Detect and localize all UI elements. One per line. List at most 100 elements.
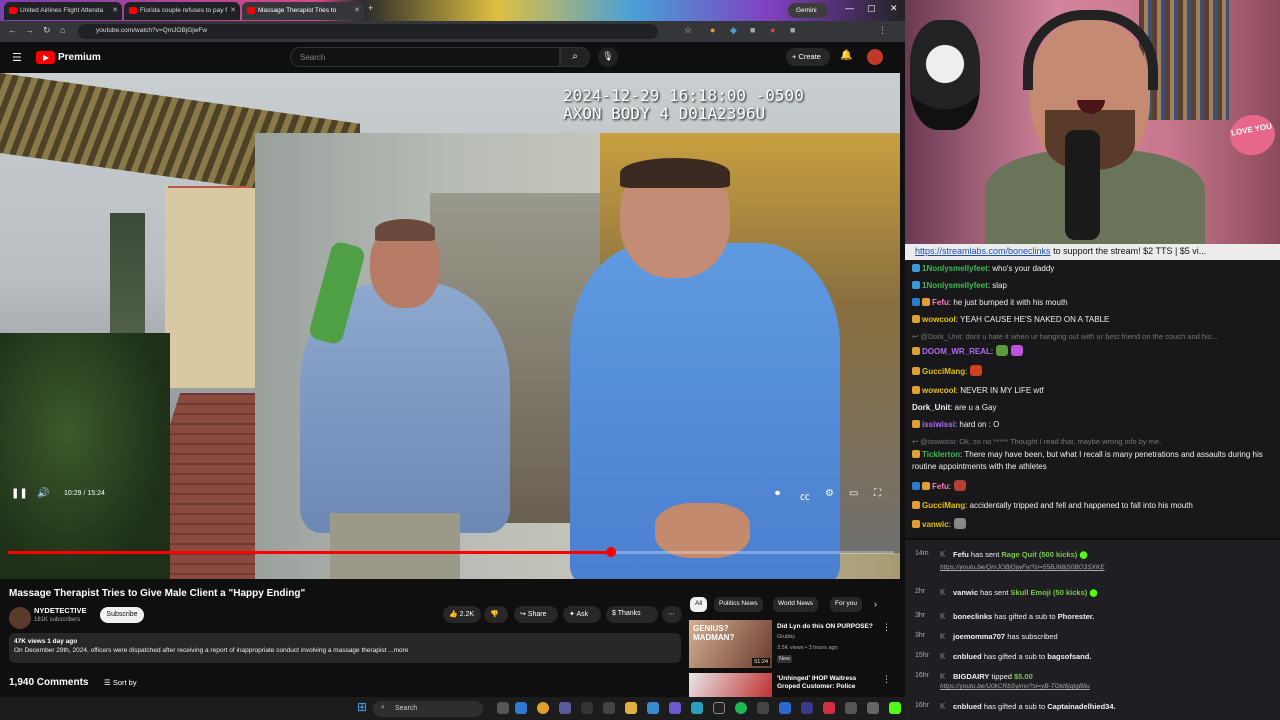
- autoplay-toggle-icon[interactable]: ⏺: [775, 488, 780, 499]
- sort-icon: ☰: [104, 678, 113, 687]
- settings-gear-icon[interactable]: ⚙: [825, 488, 834, 499]
- extension-icon[interactable]: ■: [790, 25, 795, 35]
- maximize-icon[interactable]: ▢: [867, 3, 876, 14]
- video-player[interactable]: 2024-12-29 16:18:00 -0500 AXON BODY 4 D01…: [0, 73, 900, 579]
- thanks-button[interactable]: $ Thanks: [606, 606, 658, 623]
- close-tab-icon[interactable]: ✕: [354, 6, 360, 14]
- suggestion-more-icon[interactable]: ⋮: [882, 622, 891, 633]
- channel-name[interactable]: NYDETECTIVE: [34, 606, 87, 615]
- windows-start-icon[interactable]: ⊞: [357, 700, 367, 714]
- like-button[interactable]: 👍 2.2K: [443, 606, 481, 623]
- fullscreen-icon[interactable]: ⛶: [874, 488, 881, 499]
- suggestion-title[interactable]: 'Unhinged' IHOP Waitress Groped Customer…: [777, 675, 877, 691]
- app-icon[interactable]: [581, 702, 593, 714]
- suggestion-title[interactable]: Did Lyn do this ON PURPOSE?: [777, 623, 877, 631]
- volume-icon[interactable]: 🔊: [37, 488, 49, 499]
- captions-icon[interactable]: ㏄: [800, 488, 810, 503]
- voice-search-button[interactable]: 🎙: [598, 47, 618, 67]
- spotify-icon[interactable]: [735, 702, 747, 714]
- sort-comments-button[interactable]: ☰ Sort by: [104, 678, 137, 687]
- chat-username[interactable]: wowcool: [922, 315, 956, 324]
- chat-username[interactable]: wowcool: [922, 386, 956, 395]
- close-tab-icon[interactable]: ✕: [230, 6, 236, 14]
- description-box[interactable]: 47K views 1 day ago On December 29th, 20…: [9, 633, 681, 663]
- suggestion-more-icon[interactable]: ⋮: [882, 674, 891, 685]
- chat-username[interactable]: DOOM_WR_REAL: [922, 347, 991, 356]
- new-tab-icon[interactable]: +: [368, 3, 373, 13]
- browser-menu-icon[interactable]: ⋮: [878, 25, 887, 36]
- chat-username[interactable]: GucciMang: [922, 501, 965, 510]
- extension-icon[interactable]: ◆: [730, 25, 737, 36]
- extension-icon[interactable]: ■: [750, 25, 755, 35]
- hamburger-menu-icon[interactable]: ☰: [12, 51, 22, 64]
- app-icon[interactable]: [559, 702, 571, 714]
- app-icon[interactable]: [823, 702, 835, 714]
- share-button[interactable]: ↪ Share: [514, 606, 558, 623]
- chat-username[interactable]: issiwissi: [922, 420, 955, 429]
- channel-avatar[interactable]: [9, 607, 31, 629]
- kick-icon[interactable]: [889, 702, 901, 714]
- app-icon[interactable]: [757, 702, 769, 714]
- app-icon[interactable]: [647, 702, 659, 714]
- chat-username[interactable]: vanwic: [922, 520, 949, 529]
- suggestion-thumbnail[interactable]: [689, 673, 772, 697]
- close-window-icon[interactable]: ✕: [890, 3, 898, 14]
- app-icon[interactable]: [669, 702, 681, 714]
- browser-tab[interactable]: Florida couple refuses to pay f ✕: [124, 2, 240, 20]
- account-avatar[interactable]: [867, 49, 883, 65]
- video-progress-bar[interactable]: [8, 547, 894, 557]
- pause-icon[interactable]: ❚❚: [11, 488, 28, 499]
- app-icon[interactable]: [691, 702, 703, 714]
- edge-icon[interactable]: [515, 702, 527, 714]
- miniplayer-icon[interactable]: ▭: [849, 488, 858, 499]
- chip-all[interactable]: All: [690, 597, 708, 612]
- app-icon[interactable]: [801, 702, 813, 714]
- chat-username[interactable]: Fefu: [932, 298, 949, 307]
- view-count-date: 47K views 1 day ago: [14, 638, 78, 645]
- search-button[interactable]: ⌕: [560, 47, 590, 67]
- suggestion-thumbnail[interactable]: GENIUS? MADMAN? 51:24: [689, 620, 772, 668]
- extension-icon[interactable]: ●: [710, 25, 715, 35]
- close-tab-icon[interactable]: ✕: [112, 6, 118, 14]
- dislike-button[interactable]: 👎: [484, 606, 508, 623]
- extension-icon[interactable]: ●: [770, 25, 775, 35]
- app-icon[interactable]: [603, 702, 615, 714]
- app-icon[interactable]: [845, 702, 857, 714]
- gemini-button[interactable]: Gemini: [788, 3, 828, 18]
- browser-tab-active[interactable]: Massage Therapist Tries to ✕: [242, 2, 364, 20]
- app-icon[interactable]: [779, 702, 791, 714]
- sub-badge-icon: [912, 420, 920, 428]
- task-view-icon[interactable]: [497, 702, 509, 714]
- chevron-right-icon[interactable]: ›: [874, 599, 877, 609]
- url-field[interactable]: youtube.com/watch?v=QmJOBjGjwFw: [78, 24, 658, 39]
- chat-username[interactable]: 1Nonlysmellyfeet: [922, 281, 988, 290]
- chip-for-you[interactable]: For you: [830, 597, 863, 612]
- more-actions-button[interactable]: ⋯: [662, 606, 682, 623]
- app-icon[interactable]: [713, 702, 725, 714]
- browser-tab[interactable]: United Airlines Flight Attenda ✕: [4, 2, 122, 20]
- chat-username[interactable]: GucciMang: [922, 367, 965, 376]
- chat-username[interactable]: Ticklerton: [922, 450, 960, 459]
- bookmark-star-icon[interactable]: ☆: [684, 25, 692, 36]
- taskbar-search[interactable]: ⌕ Search: [373, 701, 483, 717]
- youtube-logo-icon[interactable]: [36, 51, 55, 64]
- chat-username[interactable]: Dork_Unit: [912, 403, 950, 412]
- chat-username[interactable]: Fefu: [932, 482, 949, 491]
- chip-world-news[interactable]: World News: [773, 597, 818, 612]
- forward-icon[interactable]: →: [25, 25, 34, 35]
- reload-icon[interactable]: ↻: [43, 25, 51, 36]
- file-explorer-icon[interactable]: [625, 702, 637, 714]
- chip-politics-news[interactable]: Politics News: [714, 597, 763, 612]
- back-icon[interactable]: ←: [8, 25, 17, 35]
- chat-username[interactable]: 1Nonlysmellyfeet: [922, 264, 988, 273]
- search-input[interactable]: Search: [290, 47, 560, 67]
- subscribe-button[interactable]: Subscribe: [100, 607, 144, 623]
- ask-button[interactable]: ✦ Ask: [563, 606, 601, 623]
- notifications-bell-icon[interactable]: 🔔: [840, 50, 852, 61]
- chrome-icon[interactable]: [537, 702, 549, 714]
- app-icon[interactable]: [867, 702, 879, 714]
- minimize-icon[interactable]: —: [845, 3, 854, 13]
- live-chat[interactable]: 1Nonlysmellyfeet: who's your daddy 1Nonl…: [905, 260, 1280, 538]
- home-icon[interactable]: ⌂: [60, 25, 65, 35]
- create-button[interactable]: + Create: [786, 48, 830, 66]
